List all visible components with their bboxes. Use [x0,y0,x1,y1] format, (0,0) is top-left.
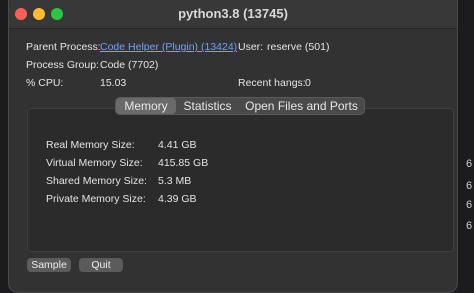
background-text: 6 [466,199,473,211]
background-text: 6 [466,180,473,192]
title-bar: python3.8 (13745) [9,0,457,29]
user-label: User: [238,41,264,53]
memory-label: Private Memory Size: [46,193,146,205]
memory-value: 5.3 MB [158,175,192,187]
window-title: python3.8 (13745) [178,6,288,21]
user-value: reserve (501) [267,41,330,53]
tab-memory[interactable]: Memory [116,98,176,114]
memory-label: Shared Memory Size: [46,175,147,187]
recent-hangs-label: Recent hangs: [238,77,306,89]
process-group-value: Code (7702) [100,59,159,71]
background-text: 6 [466,158,473,170]
memory-panel: Real Memory Size: 4.41 GB Virtual Memory… [27,108,454,252]
sample-button[interactable]: Sample [27,258,71,272]
cpu-value: 15.03 [100,77,127,89]
tab-statistics[interactable]: Statistics [176,98,239,114]
process-group-label: Process Group: [26,59,99,71]
background-text: 6 [466,220,473,232]
parent-process-label: Parent Process: [26,41,101,53]
memory-label: Virtual Memory Size: [46,157,143,169]
memory-value: 415.85 GB [158,157,209,169]
parent-process-link[interactable]: Code Helper (Plugin) (13424) [100,41,237,53]
memory-value: 4.41 GB [158,139,197,151]
memory-value: 4.39 GB [158,193,197,205]
tab-open-files-and-ports[interactable]: Open Files and Ports [239,98,364,114]
recent-hangs-value: 0 [305,77,311,89]
process-info-window: python3.8 (13745) Parent Process: Code H… [8,0,458,293]
cpu-label: % CPU: [26,77,64,89]
memory-label: Real Memory Size: [46,139,135,151]
tab-bar: Memory Statistics Open Files and Ports [115,97,365,115]
quit-button[interactable]: Quit [79,258,123,272]
